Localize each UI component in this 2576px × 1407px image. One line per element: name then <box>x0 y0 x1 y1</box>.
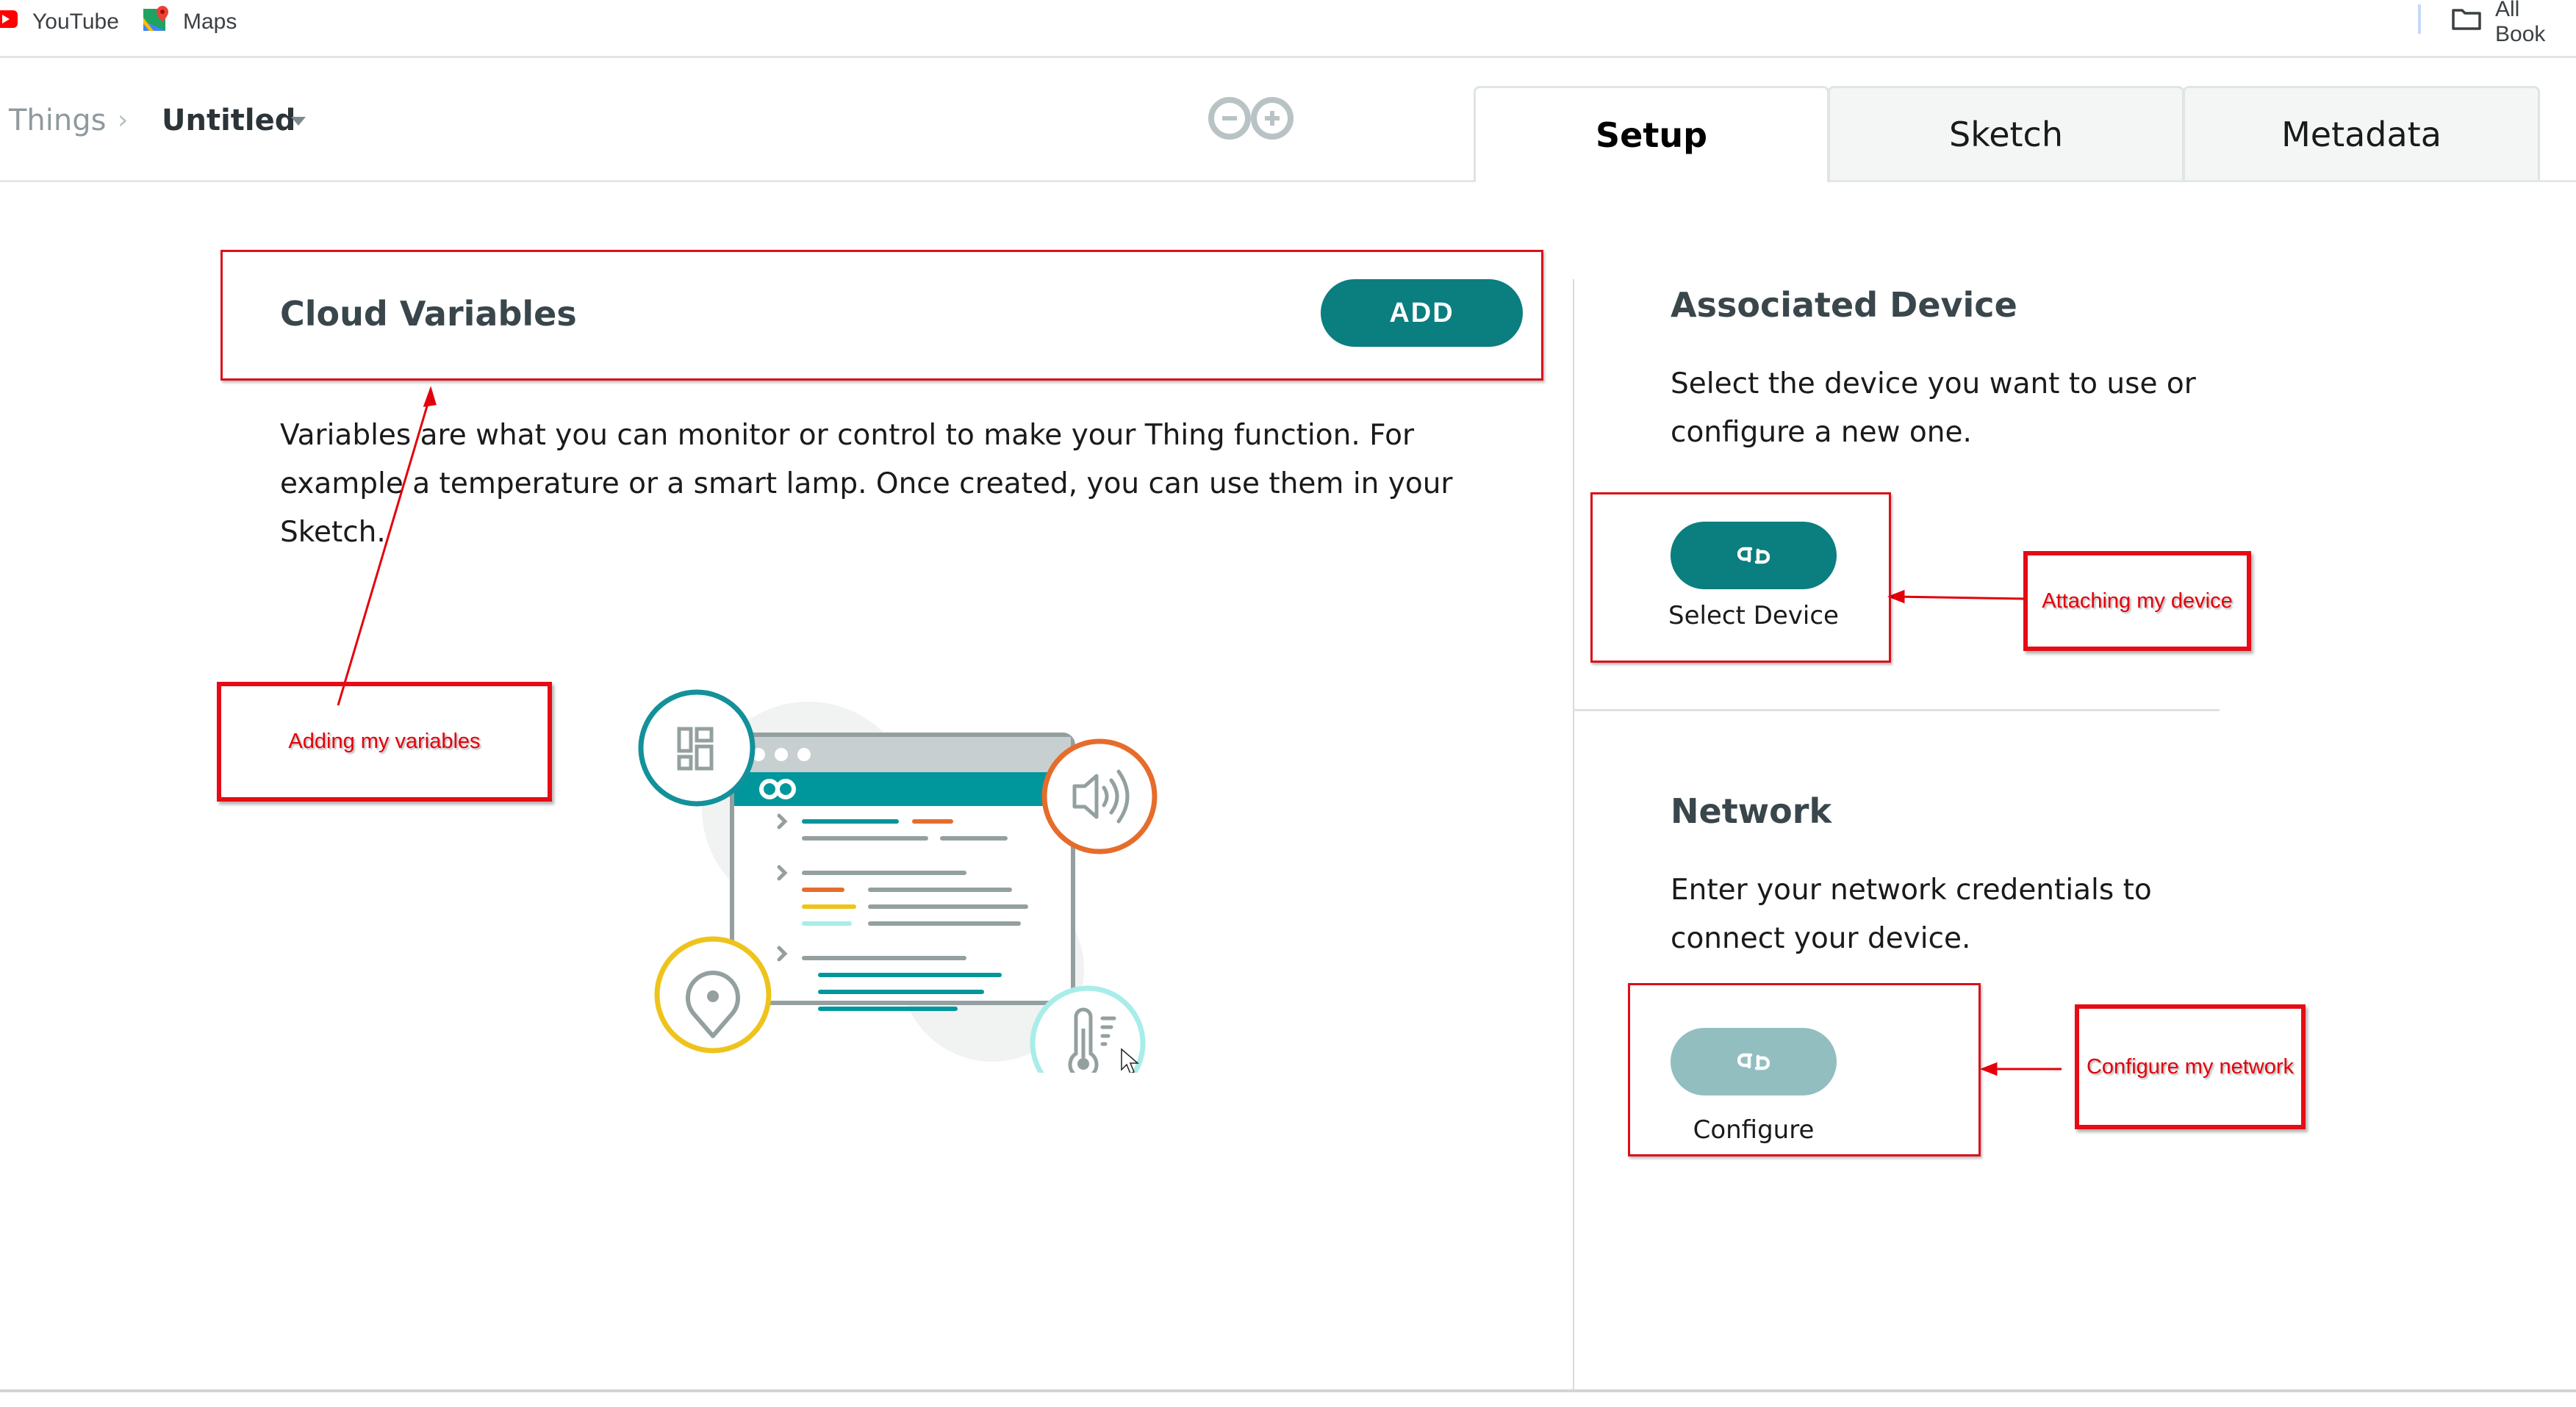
select-device-label: Select Device <box>1668 601 1839 630</box>
associated-device-title: Associated Device <box>1671 285 2017 325</box>
annotation-device: Attaching my device <box>2023 551 2251 651</box>
speaker-icon <box>1041 738 1158 854</box>
browser-window-icon <box>730 733 1075 1011</box>
page-bottom-border <box>0 1389 2576 1392</box>
cloud-variables-illustration <box>632 661 1161 1101</box>
link-icon <box>1737 1053 1770 1070</box>
select-device-button[interactable] <box>1671 522 1837 589</box>
configure-network-button[interactable] <box>1671 1028 1837 1095</box>
column-divider <box>1573 279 1574 1392</box>
network-description: Enter your network credentials to connec… <box>1671 874 2152 955</box>
network-title: Network <box>1671 791 1832 831</box>
annotation-variables: Adding my variables <box>217 682 552 802</box>
location-pin-icon <box>654 936 772 1054</box>
associated-device-description: Select the device you want to use or con… <box>1671 367 2196 449</box>
arrow-network <box>1979 1062 2062 1076</box>
dashboard-icon <box>638 689 756 807</box>
configure-label: Configure <box>1693 1115 1815 1145</box>
annotation-device-text: Attaching my device <box>2042 589 2233 613</box>
link-icon <box>1737 547 1770 564</box>
section-divider <box>1573 709 2220 711</box>
arrow-device <box>1887 589 2027 604</box>
annotation-network: Configure my network <box>2075 1004 2306 1129</box>
annotation-network-text: Configure my network <box>2086 1054 2295 1079</box>
arrow-variables <box>337 386 437 706</box>
annotation-variables-text: Adding my variables <box>288 730 481 753</box>
